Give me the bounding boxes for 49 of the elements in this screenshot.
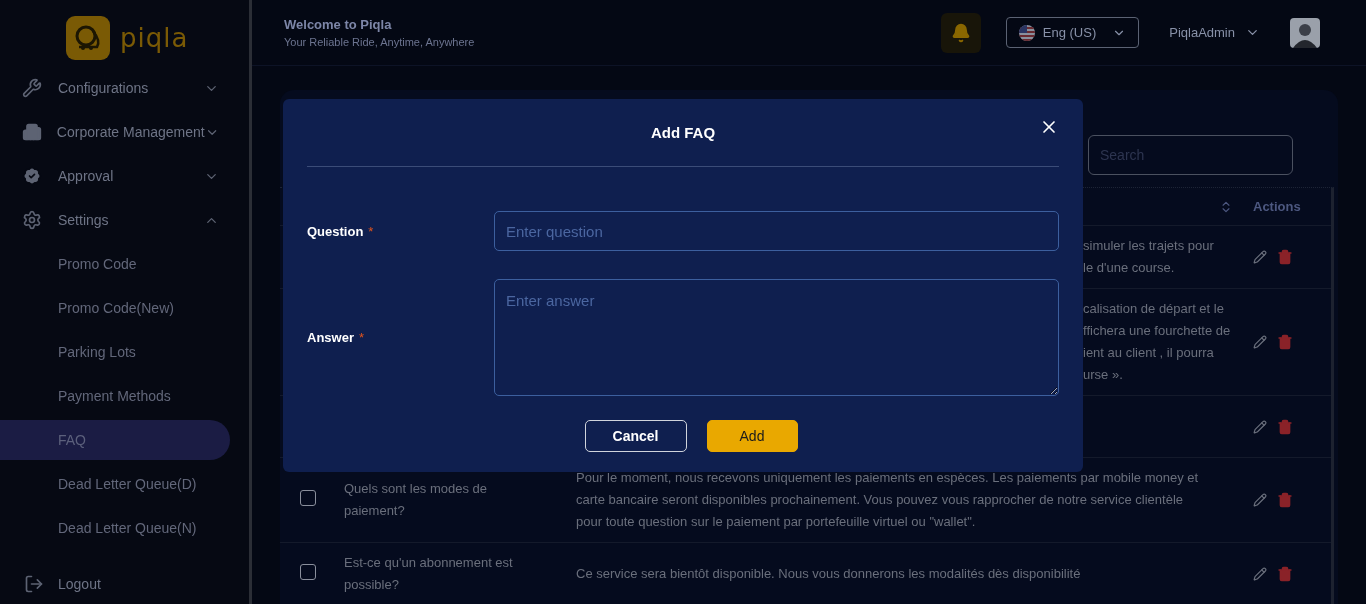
edit-icon[interactable] bbox=[1253, 567, 1267, 581]
edit-icon[interactable] bbox=[1253, 335, 1267, 349]
field-label: Answer * bbox=[307, 330, 366, 345]
menu-item[interactable]: Corporate Management bbox=[0, 110, 249, 154]
submenu-item[interactable]: Parking Lots bbox=[0, 332, 230, 372]
language-select[interactable]: Eng (US) bbox=[1005, 17, 1140, 48]
avatar[interactable] bbox=[1290, 17, 1320, 48]
row-checkbox[interactable] bbox=[300, 564, 316, 580]
user-menu[interactable]: PiqlaAdmin bbox=[1163, 24, 1266, 41]
menu-item[interactable]: Settings bbox=[0, 198, 249, 242]
logout-link[interactable]: Logout bbox=[0, 572, 249, 596]
question-cell-text: Quels sont les modes de paiement? bbox=[344, 480, 489, 520]
trash-icon[interactable] bbox=[1277, 334, 1293, 350]
answer-field[interactable]: Enter answer bbox=[494, 279, 1059, 396]
edit-icon[interactable] bbox=[1253, 250, 1267, 264]
menu-item[interactable]: Configurations bbox=[0, 66, 249, 110]
cancel-button[interactable]: Cancel bbox=[584, 420, 687, 452]
trash-icon[interactable] bbox=[1277, 418, 1293, 435]
add-button[interactable]: Add bbox=[706, 420, 798, 452]
answer-cell-text: calisation de départ et le ffichera une fourchette de ient au client , il pourra urse ». bbox=[1083, 300, 1231, 384]
tagline: Your Reliable Ride, Anytime, Anywhere bbox=[284, 36, 476, 48]
menu-item[interactable]: Approval bbox=[0, 154, 249, 198]
submenu-item[interactable]: Promo Code bbox=[0, 244, 230, 284]
trash-icon[interactable] bbox=[1277, 566, 1293, 582]
field-label: Question * bbox=[307, 223, 375, 239]
question-cell-text: Est-ce qu'un abonnement est possible? bbox=[344, 554, 514, 594]
flag-icon bbox=[1018, 24, 1035, 41]
logo-icon bbox=[66, 16, 110, 60]
row-checkbox[interactable] bbox=[300, 490, 316, 506]
column-header: Actions bbox=[1253, 199, 1302, 214]
logout-icon bbox=[24, 574, 44, 594]
submenu-item[interactable]: Promo Code(New) bbox=[0, 288, 230, 328]
edit-icon[interactable] bbox=[1253, 493, 1267, 507]
trash-icon[interactable] bbox=[1277, 492, 1293, 508]
welcome-title: Welcome to Piqla bbox=[284, 17, 393, 32]
notification-button[interactable] bbox=[940, 12, 981, 53]
answer-cell-text: Pour le moment, nous recevons uniquement les paiements en espèces. Les paiements par mobile money et carte bancaire seront disponibles prochainement. Vous pouvez vous rapprocher de notre service clientèle pour toute question sur le paiement par portefeuille virtuel ou "wallet". bbox=[576, 469, 1199, 531]
dialog-title: Add FAQ bbox=[650, 124, 716, 141]
logo-text: piqla bbox=[120, 23, 189, 53]
trash-icon[interactable] bbox=[1277, 249, 1293, 265]
submenu-item[interactable]: Payment Methods bbox=[0, 376, 230, 416]
submenu-item[interactable]: Dead Letter Queue(N) bbox=[0, 508, 230, 548]
bell-icon bbox=[950, 22, 971, 43]
submenu-item[interactable]: FAQ bbox=[0, 420, 230, 460]
submenu-item[interactable]: Dead Letter Queue(D) bbox=[0, 464, 230, 504]
edit-icon[interactable] bbox=[1253, 419, 1267, 434]
answer-cell-text: simuler les trajets pour le d'une course. bbox=[1083, 237, 1214, 277]
answer-cell-text: Ce service sera bientôt disponible. Nous vous donnerons les modalités dès disponibilité bbox=[576, 565, 1081, 583]
question-field[interactable]: Enter question bbox=[494, 211, 1059, 251]
